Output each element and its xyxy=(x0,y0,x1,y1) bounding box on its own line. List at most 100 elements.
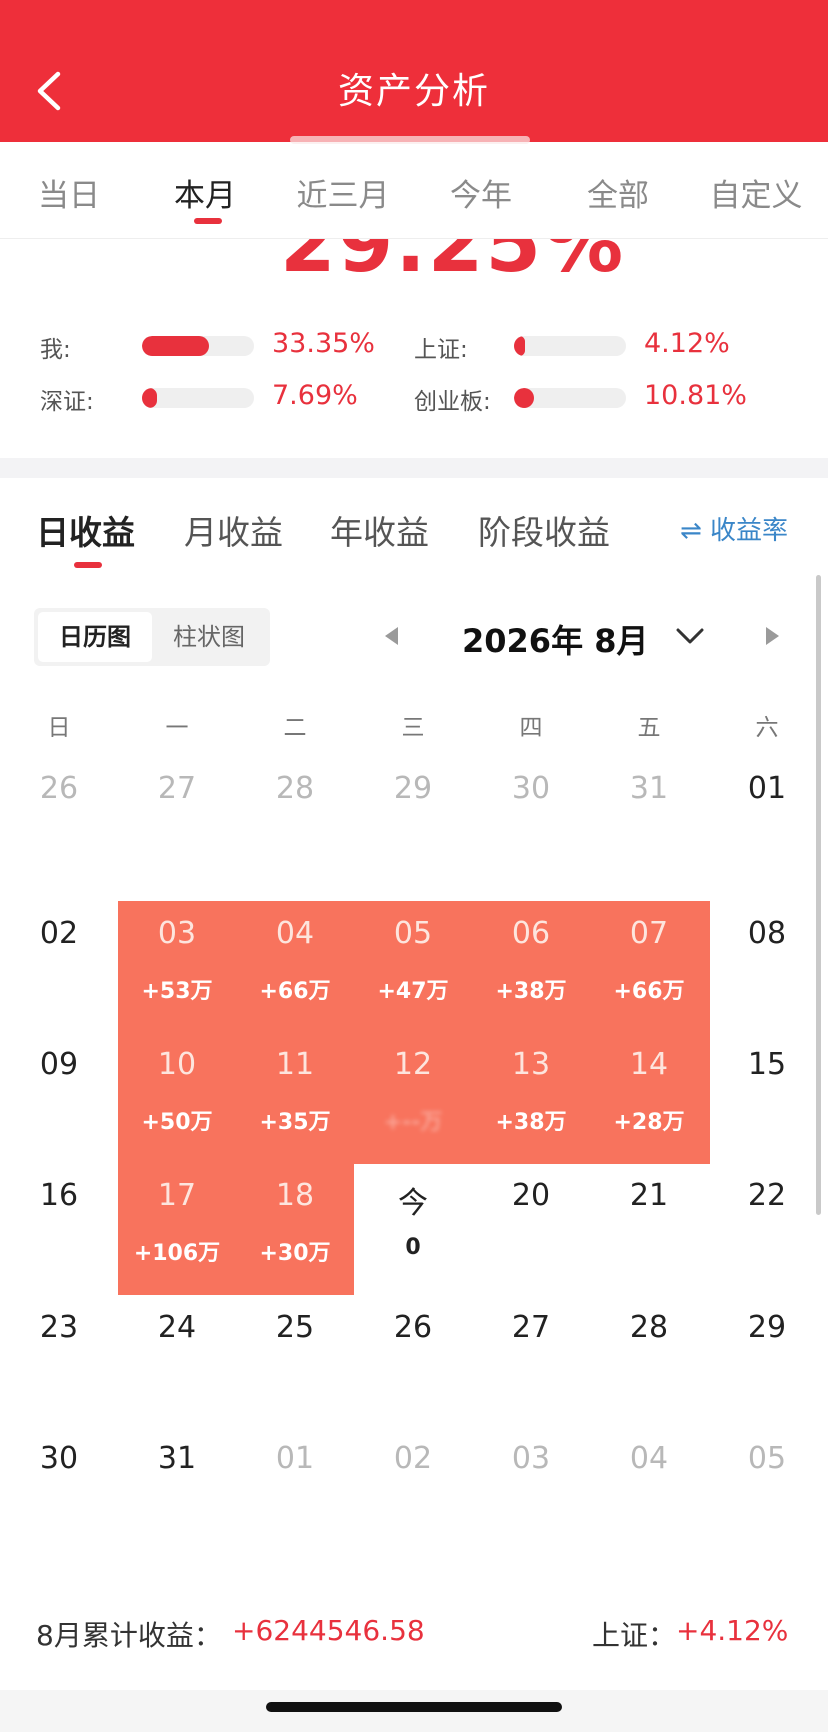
compare-value-sh: 4.12% xyxy=(644,328,730,359)
calendar-day[interactable]: 03 xyxy=(472,1426,590,1557)
calendar-day[interactable]: 06 +38万 xyxy=(472,901,590,1032)
calendar-day[interactable]: 16 xyxy=(0,1163,118,1294)
day-number: 31 xyxy=(157,1441,197,1476)
home-indicator[interactable] xyxy=(266,1702,562,1712)
tab-today[interactable]: 当日 xyxy=(9,170,129,215)
calendar-day[interactable]: 15 xyxy=(708,1032,826,1163)
day-number: 03 xyxy=(157,916,197,951)
calendar-day[interactable]: 27 xyxy=(472,1295,590,1426)
calendar-day[interactable]: 03 +53万 xyxy=(118,901,236,1032)
day-number: 27 xyxy=(157,771,197,806)
tab-three-months[interactable]: 近三月 xyxy=(283,170,403,215)
tab-stage-earnings[interactable]: 阶段收益 xyxy=(478,506,610,554)
compare-value-me: 33.35% xyxy=(272,328,375,359)
calendar-day[interactable]: 14 +28万 xyxy=(590,1032,708,1163)
calendar-day[interactable]: 31 xyxy=(118,1426,236,1557)
calendar-day[interactable]: 10 +50万 xyxy=(118,1032,236,1163)
calendar-day[interactable]: 17 +106万 xyxy=(118,1163,236,1294)
month-title[interactable]: 2026年 8月 xyxy=(462,616,648,662)
calendar-day[interactable]: 04 +66万 xyxy=(236,901,354,1032)
calendar-day[interactable]: 20 xyxy=(472,1163,590,1294)
active-tab-indicator xyxy=(194,218,222,224)
calendar-day[interactable]: 04 xyxy=(590,1426,708,1557)
day-number: 今 xyxy=(398,1186,428,1221)
weekday-sun: 日 xyxy=(47,715,71,741)
day-number: 30 xyxy=(511,771,551,806)
day-earning: +38万 xyxy=(495,1110,567,1135)
calendar-day[interactable]: 22 xyxy=(708,1163,826,1294)
calendar-day[interactable]: 31 xyxy=(590,756,708,887)
return-rate-toggle[interactable]: ⇌ 收益率 xyxy=(680,510,788,547)
calendar-day[interactable]: 12 +--万 xyxy=(354,1032,472,1163)
day-number: 05 xyxy=(393,916,433,951)
tab-this-month[interactable]: 本月 xyxy=(145,170,265,215)
next-month-button[interactable] xyxy=(760,622,784,650)
month-dropdown-button[interactable] xyxy=(672,622,708,650)
day-number: 18 xyxy=(275,1178,315,1213)
calendar-day[interactable]: 11 +35万 xyxy=(236,1032,354,1163)
day-number: 15 xyxy=(747,1047,787,1082)
day-number: 14 xyxy=(629,1047,669,1082)
day-earning: +47万 xyxy=(377,979,449,1004)
calendar-day[interactable]: 02 xyxy=(354,1426,472,1557)
calendar-day[interactable]: 01 xyxy=(236,1426,354,1557)
calendar-day[interactable]: 24 xyxy=(118,1295,236,1426)
calendar-day-today[interactable]: 今0 xyxy=(354,1163,472,1294)
tab-yearly-earnings[interactable]: 年收益 xyxy=(330,506,429,554)
tab-custom[interactable]: 自定义 xyxy=(696,170,816,215)
bar-view-button[interactable]: 柱状图 xyxy=(152,612,266,662)
tab-this-year[interactable]: 今年 xyxy=(421,170,541,215)
compare-value-gem: 10.81% xyxy=(644,380,747,411)
tab-daily-earnings[interactable]: 日收益 xyxy=(36,506,135,554)
calendar-day[interactable]: 28 xyxy=(590,1295,708,1426)
calendar-day[interactable]: 01 xyxy=(708,756,826,887)
calendar-day[interactable]: 29 xyxy=(354,756,472,887)
calendar-view-button[interactable]: 日历图 xyxy=(38,612,152,662)
calendar-day[interactable]: 07 +66万 xyxy=(590,901,708,1032)
prev-month-button[interactable] xyxy=(380,622,404,650)
day-number: 23 xyxy=(39,1310,79,1345)
weekday-sat: 六 xyxy=(755,715,779,741)
calendar-day[interactable]: 02 xyxy=(0,901,118,1032)
calendar-day[interactable]: 05 +47万 xyxy=(354,901,472,1032)
calendar-day[interactable]: 25 xyxy=(236,1295,354,1426)
day-earning: +38万 xyxy=(495,979,567,1004)
calendar-day[interactable]: 23 xyxy=(0,1295,118,1426)
index-label: 上证： xyxy=(592,1619,677,1652)
compare-value-sz: 7.69% xyxy=(272,380,358,411)
calendar-day[interactable]: 05 xyxy=(708,1426,826,1557)
chevron-down-icon xyxy=(676,628,704,644)
calendar-day[interactable]: 28 xyxy=(236,756,354,887)
compare-label-sz: 深证: xyxy=(40,389,94,415)
compare-fill-me xyxy=(142,336,210,356)
day-number: 22 xyxy=(747,1178,787,1213)
day-number: 31 xyxy=(629,771,669,806)
calendar-day[interactable]: 13 +38万 xyxy=(472,1032,590,1163)
calendar-day[interactable]: 26 xyxy=(0,756,118,887)
triangle-left-icon xyxy=(385,627,398,645)
calendar-day[interactable]: 30 xyxy=(0,1426,118,1557)
day-number: 04 xyxy=(629,1441,669,1476)
day-number: 04 xyxy=(275,916,315,951)
compare-bar-gem xyxy=(514,388,626,408)
calendar-day[interactable]: 21 xyxy=(590,1163,708,1294)
calendar-day[interactable]: 30 xyxy=(472,756,590,887)
day-number: 09 xyxy=(39,1047,79,1082)
calendar-day[interactable]: 09 xyxy=(0,1032,118,1163)
compare-label-gem: 创业板: xyxy=(414,389,491,415)
tab-monthly-earnings[interactable]: 月收益 xyxy=(184,506,283,554)
day-earning: 0 xyxy=(405,1235,421,1260)
day-number: 29 xyxy=(393,771,433,806)
day-earning: +35万 xyxy=(259,1110,331,1135)
day-number: 24 xyxy=(157,1310,197,1345)
calendar-day[interactable]: 29 xyxy=(708,1295,826,1426)
calendar-day[interactable]: 08 xyxy=(708,901,826,1032)
section-divider xyxy=(0,458,828,478)
calendar-day[interactable]: 18 +30万 xyxy=(236,1163,354,1294)
scrolled-content-peek xyxy=(290,136,530,144)
day-earning: +106万 xyxy=(133,1241,221,1266)
calendar-day[interactable]: 26 xyxy=(354,1295,472,1426)
calendar-day[interactable]: 27 xyxy=(118,756,236,887)
scrollbar[interactable] xyxy=(816,575,821,1215)
tab-all[interactable]: 全部 xyxy=(558,170,678,215)
